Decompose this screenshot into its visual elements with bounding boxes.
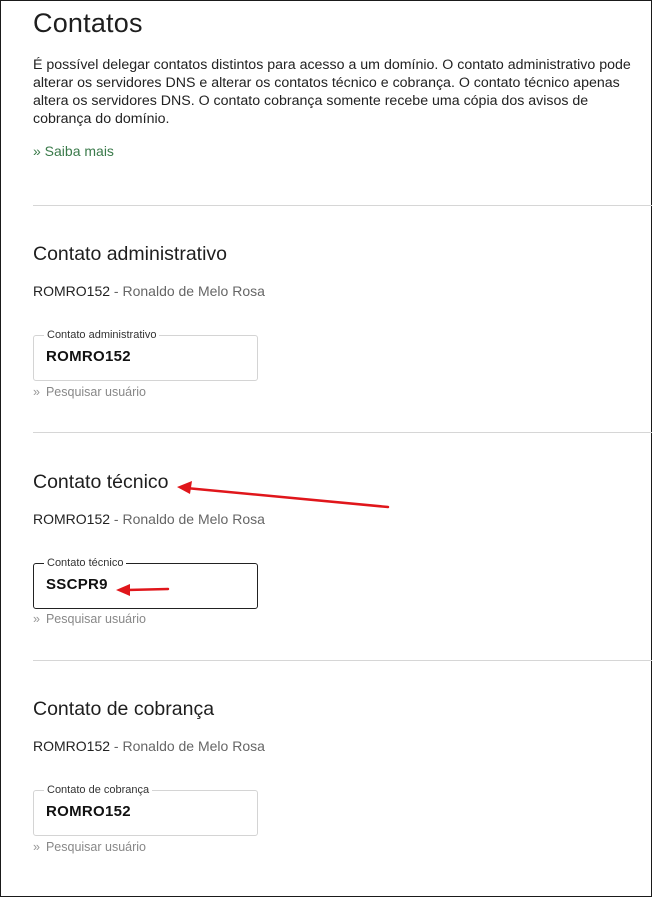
section-title-billing: Contato de cobrança (33, 698, 215, 720)
billing-contact-field[interactable]: Contato de cobrança (33, 783, 258, 836)
admin-contact-field[interactable]: Contato administrativo (33, 328, 258, 381)
contact-separator: - (110, 511, 123, 527)
tech-contact-input[interactable] (46, 576, 246, 593)
contact-name: Ronaldo de Melo Rosa (122, 511, 265, 527)
field-label-billing: Contato de cobrança (44, 783, 153, 797)
contact-handle: ROMRO152 (33, 511, 111, 527)
billing-contact-input[interactable] (46, 803, 246, 820)
divider (33, 205, 652, 206)
chevron-right-icon: » (33, 840, 40, 854)
search-user-link-tech[interactable]: » Pesquisar usuário (33, 612, 146, 626)
contact-name: Ronaldo de Melo Rosa (122, 283, 265, 299)
search-user-label: Pesquisar usuário (45, 612, 147, 626)
section-title-tech: Contato técnico (33, 471, 169, 493)
chevron-right-icon: » (33, 612, 40, 626)
section-title-admin: Contato administrativo (33, 243, 228, 265)
search-user-link-billing[interactable]: » Pesquisar usuário (33, 840, 146, 854)
tech-contact-field[interactable]: Contato técnico (33, 556, 258, 609)
search-user-label: Pesquisar usuário (45, 385, 147, 399)
divider (33, 432, 652, 433)
field-label-tech: Contato técnico (44, 556, 127, 570)
current-contact-tech: ROMRO152 - Ronaldo de Melo Rosa (33, 511, 265, 527)
screenshot-frame (0, 0, 652, 897)
divider (33, 660, 652, 661)
search-user-label: Pesquisar usuário (45, 840, 147, 854)
current-contact-billing: ROMRO152 - Ronaldo de Melo Rosa (33, 738, 265, 754)
intro-text: É possível delegar contatos distintos pa… (33, 57, 631, 127)
chevron-right-icon: » (33, 385, 40, 399)
admin-contact-input[interactable] (46, 348, 246, 365)
contact-separator: - (110, 283, 123, 299)
contact-handle: ROMRO152 (33, 283, 111, 299)
contact-name: Ronaldo de Melo Rosa (122, 738, 265, 754)
contact-handle: ROMRO152 (33, 738, 111, 754)
learn-more-link[interactable]: » Saiba mais (33, 143, 114, 159)
field-label-admin: Contato administrativo (44, 328, 160, 342)
current-contact-admin: ROMRO152 - Ronaldo de Melo Rosa (33, 283, 265, 299)
search-user-link-admin[interactable]: » Pesquisar usuário (33, 385, 146, 399)
page-title: Contatos (33, 8, 143, 38)
contact-separator: - (110, 738, 123, 754)
